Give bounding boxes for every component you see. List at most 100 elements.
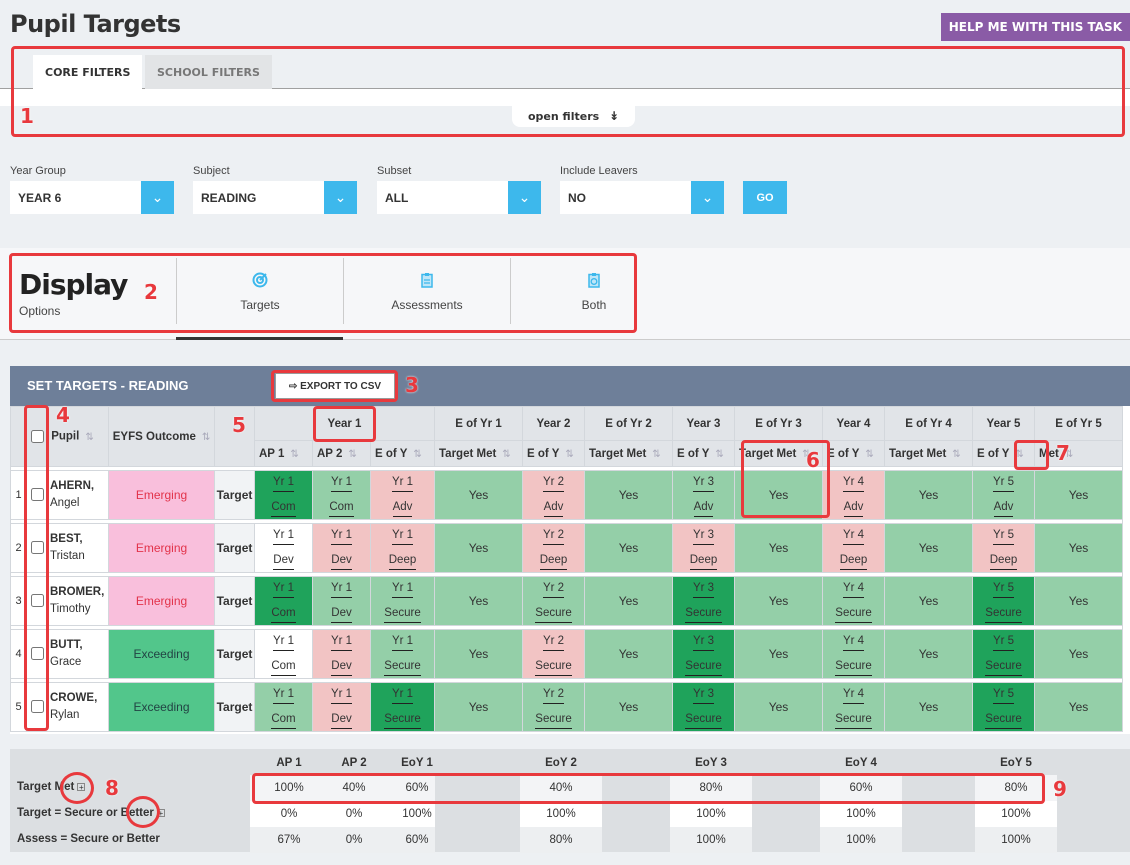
target-year[interactable]: Yr 4	[842, 685, 865, 704]
target-grade-cell[interactable]: Yr 5 Deep	[972, 523, 1035, 573]
sort-icon[interactable]: ⇅	[715, 449, 723, 460]
target-grade-cell[interactable]: Yr 5 Secure	[972, 682, 1035, 732]
target-year[interactable]: Yr 2	[542, 685, 565, 704]
target-grade-cell[interactable]: Yr 1 Dev	[312, 576, 371, 626]
target-year[interactable]: Yr 3	[692, 526, 715, 545]
column-header[interactable]: AP 1 ⇅	[254, 440, 313, 467]
target-grade[interactable]: Com	[271, 498, 296, 517]
target-grade-cell[interactable]: Yr 1 Dev	[312, 682, 371, 732]
target-grade-cell[interactable]: Yr 1 Secure	[370, 576, 435, 626]
target-year[interactable]: Yr 1	[391, 632, 414, 651]
target-grade[interactable]: Com	[271, 657, 296, 676]
target-grade-cell[interactable]: Yr 1 Secure	[370, 682, 435, 732]
target-grade[interactable]: Secure	[384, 604, 421, 623]
target-year[interactable]: Yr 1	[330, 526, 353, 545]
target-grade[interactable]: Adv	[993, 498, 1014, 517]
target-year[interactable]: Yr 1	[391, 526, 414, 545]
target-year[interactable]: Yr 4	[842, 632, 865, 651]
target-grade[interactable]: Dev	[331, 551, 352, 570]
target-grade[interactable]: Secure	[685, 657, 722, 676]
tab-core-filters[interactable]: CORE FILTERS	[33, 55, 143, 89]
target-year[interactable]: Yr 2	[542, 579, 565, 598]
help-button[interactable]: HELP ME WITH THIS TASK	[940, 13, 1130, 41]
target-grade[interactable]: Com	[271, 604, 296, 623]
target-grade[interactable]: Dev	[331, 710, 352, 729]
target-year[interactable]: Yr 1	[272, 473, 295, 492]
target-grade-cell[interactable]: Yr 1 Com	[254, 629, 313, 679]
target-grade[interactable]: Secure	[384, 710, 421, 729]
column-header[interactable]: Target Met ⇅	[884, 440, 973, 467]
display-option-targets[interactable]: Targets	[176, 258, 343, 324]
column-header[interactable]: E of Y ⇅	[972, 440, 1035, 467]
target-grade-cell[interactable]: Yr 1 Com	[254, 682, 313, 732]
target-grade[interactable]: Dev	[273, 551, 294, 570]
target-year[interactable]: Yr 1	[272, 685, 295, 704]
target-grade[interactable]: Secure	[835, 657, 872, 676]
target-grade-cell[interactable]: Yr 2 Deep	[522, 523, 585, 573]
target-year[interactable]: Yr 4	[842, 473, 865, 492]
target-grade-cell[interactable]: Yr 3 Secure	[672, 682, 735, 732]
eyfs-header[interactable]: EYFS Outcome ⇅	[108, 406, 215, 467]
row-checkbox[interactable]	[31, 647, 44, 660]
target-grade-cell[interactable]: Yr 1 Deep	[370, 523, 435, 573]
target-grade[interactable]: Deep	[689, 551, 718, 570]
column-header[interactable]: E of Y ⇅	[522, 440, 585, 467]
target-grade-cell[interactable]: Yr 4 Secure	[822, 629, 885, 679]
sort-icon[interactable]: ⇅	[652, 449, 660, 460]
target-grade-cell[interactable]: Yr 1 Dev	[254, 523, 313, 573]
target-year[interactable]: Yr 2	[542, 632, 565, 651]
target-year[interactable]: Yr 3	[692, 632, 715, 651]
target-year[interactable]: Yr 3	[692, 473, 715, 492]
include-leavers-select[interactable]: NO ⌄	[560, 181, 724, 214]
column-header[interactable]: Met ⇅	[1034, 440, 1123, 467]
target-grade-cell[interactable]: Yr 2 Secure	[522, 629, 585, 679]
target-grade[interactable]: Com	[271, 710, 296, 729]
row-checkbox[interactable]	[31, 594, 44, 607]
sort-icon[interactable]: ⇅	[85, 432, 93, 443]
column-header[interactable]: E of Y ⇅	[672, 440, 735, 467]
target-grade-cell[interactable]: Yr 3 Adv	[672, 470, 735, 520]
chevron-down-icon[interactable]: ⌄	[508, 181, 541, 214]
target-grade[interactable]: Dev	[331, 604, 352, 623]
target-grade-cell[interactable]: Yr 1 Com	[312, 470, 371, 520]
expand-icon[interactable]: +	[77, 783, 86, 792]
target-grade[interactable]: Secure	[685, 604, 722, 623]
column-header[interactable]: AP 2 ⇅	[312, 440, 371, 467]
target-grade[interactable]: Secure	[835, 604, 872, 623]
target-grade[interactable]: Adv	[693, 498, 714, 517]
target-grade-cell[interactable]: Yr 1 Secure	[370, 629, 435, 679]
target-year[interactable]: Yr 1	[272, 579, 295, 598]
display-option-assessments[interactable]: Assessments	[343, 258, 510, 324]
target-year[interactable]: Yr 3	[692, 579, 715, 598]
sort-icon[interactable]: ⇅	[202, 432, 210, 443]
target-year[interactable]: Yr 5	[992, 473, 1015, 492]
column-header[interactable]: Target Met ⇅	[434, 440, 523, 467]
target-grade-cell[interactable]: Yr 1 Adv	[370, 470, 435, 520]
target-grade[interactable]: Deep	[539, 551, 568, 570]
sort-icon[interactable]: ⇅	[348, 449, 356, 460]
target-grade-cell[interactable]: Yr 1 Dev	[312, 523, 371, 573]
chevron-down-icon[interactable]: ⌄	[141, 181, 174, 214]
sort-icon[interactable]: ⇅	[502, 449, 510, 460]
target-grade-cell[interactable]: Yr 1 Com	[254, 576, 313, 626]
target-year[interactable]: Yr 5	[992, 526, 1015, 545]
display-option-both[interactable]: Both	[510, 258, 677, 324]
subject-select[interactable]: READING ⌄	[193, 181, 357, 214]
target-year[interactable]: Yr 1	[272, 632, 295, 651]
target-grade[interactable]: Secure	[535, 657, 572, 676]
target-grade-cell[interactable]: Yr 5 Adv	[972, 470, 1035, 520]
go-button[interactable]: GO	[743, 181, 787, 214]
target-year[interactable]: Yr 1	[391, 685, 414, 704]
tab-school-filters[interactable]: SCHOOL FILTERS	[145, 55, 272, 89]
target-grade[interactable]: Deep	[388, 551, 417, 570]
open-filters-button[interactable]: open filters ↡	[512, 104, 636, 127]
target-grade-cell[interactable]: Yr 2 Adv	[522, 470, 585, 520]
target-grade-cell[interactable]: Yr 5 Secure	[972, 576, 1035, 626]
target-year[interactable]: Yr 1	[330, 579, 353, 598]
target-year[interactable]: Yr 1	[330, 473, 353, 492]
chevron-down-icon[interactable]: ⌄	[324, 181, 357, 214]
target-grade[interactable]: Dev	[331, 657, 352, 676]
sort-icon[interactable]: ⇅	[952, 449, 960, 460]
target-grade-cell[interactable]: Yr 5 Secure	[972, 629, 1035, 679]
sort-icon[interactable]: ⇅	[865, 449, 873, 460]
